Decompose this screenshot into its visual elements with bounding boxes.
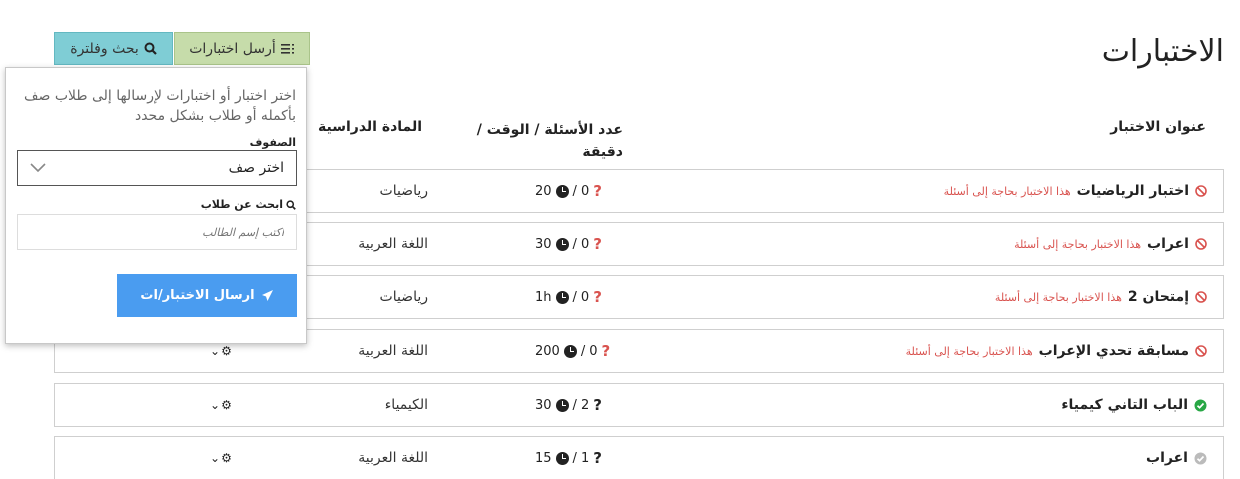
- clock-icon: [555, 451, 569, 465]
- blocked-icon: [1195, 238, 1207, 250]
- time-value: 30: [535, 236, 552, 252]
- search-icon: [286, 199, 296, 210]
- time-value: 1h: [535, 289, 552, 305]
- subject: رياضيات: [379, 289, 428, 305]
- chevron-down-icon: ⌄: [210, 451, 221, 465]
- needs-questions-warning: هذا الاختبار بحاجة إلى أسئلة: [994, 290, 1122, 304]
- question-count: 0: [580, 289, 590, 305]
- send-tests-description: اختر اختبار أو اختبارات لإرسالها إلى طلا…: [23, 88, 296, 124]
- question-mark-icon: ?: [601, 342, 611, 360]
- column-header-title: عنوان الاختبار: [1110, 119, 1206, 135]
- test-title[interactable]: اختبار الرياضيات: [1077, 183, 1189, 199]
- clock-icon: [555, 290, 569, 304]
- question-mark-icon: ?: [593, 449, 602, 467]
- table-row[interactable]: الباب التاني كيمياء 30 / 2 ? الكيمياء ⌄ …: [54, 383, 1224, 427]
- test-title[interactable]: اعراب: [1147, 236, 1189, 252]
- chevron-down-icon: ⌄: [210, 398, 221, 412]
- send-tests-label: أرسل اختبارات: [189, 40, 276, 57]
- chevron-down-icon: ⌄: [210, 344, 221, 358]
- column-header-count: عدد الأسئلة / الوقت / دقيقة: [476, 122, 623, 160]
- time-value: 30: [535, 397, 552, 413]
- column-header-subject: المادة الدراسية: [318, 119, 422, 135]
- clock-icon: [563, 344, 577, 358]
- question-count-time: 1h / 0 ?: [535, 288, 602, 306]
- question-count-time: 15 / 1 ?: [535, 449, 602, 467]
- grade-select[interactable]: اختر صف: [17, 150, 297, 186]
- gear-icon: ⚙: [221, 398, 232, 412]
- question-mark-icon: ?: [593, 182, 602, 200]
- question-count-time: 20 / 0 ?: [535, 182, 602, 200]
- table-row[interactable]: اعراب 15 / 1 ? اللغة العربية ⌄ ⚙: [54, 436, 1224, 479]
- grades-label: الصفوف: [249, 136, 296, 149]
- check-circle-icon: [1194, 452, 1207, 464]
- student-search-input[interactable]: [17, 214, 297, 250]
- test-title[interactable]: الباب التاني كيمياء: [1061, 397, 1188, 413]
- question-mark-icon: ?: [593, 235, 602, 253]
- send-test-submit-label: ارسال الاختبار/ات: [140, 288, 255, 303]
- send-tests-panel: اختر اختبار أو اختبارات لإرسالها إلى طلا…: [5, 67, 307, 344]
- row-settings-dropdown[interactable]: ⌄ ⚙: [210, 384, 232, 426]
- question-count: 0: [589, 343, 598, 359]
- question-mark-icon: ?: [593, 396, 602, 414]
- send-tests-button[interactable]: أرسل اختبارات: [174, 32, 310, 65]
- check-circle-icon: [1194, 399, 1207, 411]
- time-value: 20: [535, 183, 552, 199]
- question-count-time: 30 / 0 ?: [535, 235, 602, 253]
- test-title[interactable]: اعراب: [1146, 450, 1188, 466]
- question-count: 0: [580, 236, 590, 252]
- gear-icon: ⚙: [221, 344, 232, 358]
- question-count: 1: [580, 450, 590, 466]
- chevron-down-icon: [30, 163, 46, 173]
- test-title[interactable]: إمتحان 2: [1128, 289, 1189, 305]
- needs-questions-warning: هذا الاختبار بحاجة إلى أسئلة: [1014, 237, 1142, 251]
- student-search-label: ابحث عن طلاب: [201, 198, 296, 211]
- question-count: 0: [580, 183, 590, 199]
- clock-icon: [555, 237, 569, 251]
- search-icon: [144, 42, 157, 55]
- paper-plane-icon: [261, 290, 273, 301]
- question-count-time: 30 / 2 ?: [535, 396, 602, 414]
- gear-icon: ⚙: [221, 451, 232, 465]
- list-icon: [280, 43, 294, 54]
- subject: اللغة العربية: [358, 450, 428, 466]
- blocked-icon: [1195, 185, 1207, 197]
- needs-questions-warning: هذا الاختبار بحاجة إلى أسئلة: [905, 344, 1033, 358]
- clock-icon: [555, 184, 569, 198]
- page-title: الاختبارات: [1101, 34, 1224, 69]
- question-count: 2: [580, 397, 590, 413]
- subject: اللغة العربية: [358, 236, 428, 252]
- clock-icon: [555, 398, 569, 412]
- blocked-icon: [1195, 345, 1207, 357]
- question-mark-icon: ?: [593, 288, 602, 306]
- blocked-icon: [1195, 291, 1207, 303]
- time-value: 15: [535, 450, 552, 466]
- question-count-time: 200 / 0 ?: [535, 342, 611, 360]
- subject: اللغة العربية: [358, 343, 428, 359]
- search-filter-label: بحث وفلترة: [70, 40, 139, 57]
- time-value: 200: [535, 343, 560, 359]
- send-test-submit-button[interactable]: ارسال الاختبار/ات: [117, 274, 297, 317]
- test-title[interactable]: مسابقة تحدي الإعراب: [1039, 343, 1189, 359]
- subject: الكيمياء: [384, 397, 428, 413]
- needs-questions-warning: هذا الاختبار بحاجة إلى أسئلة: [943, 184, 1071, 198]
- subject: رياضيات: [379, 183, 428, 199]
- grade-select-value: اختر صف: [228, 160, 284, 176]
- search-filter-button[interactable]: بحث وفلترة: [54, 32, 173, 65]
- row-settings-dropdown[interactable]: ⌄ ⚙: [210, 437, 232, 479]
